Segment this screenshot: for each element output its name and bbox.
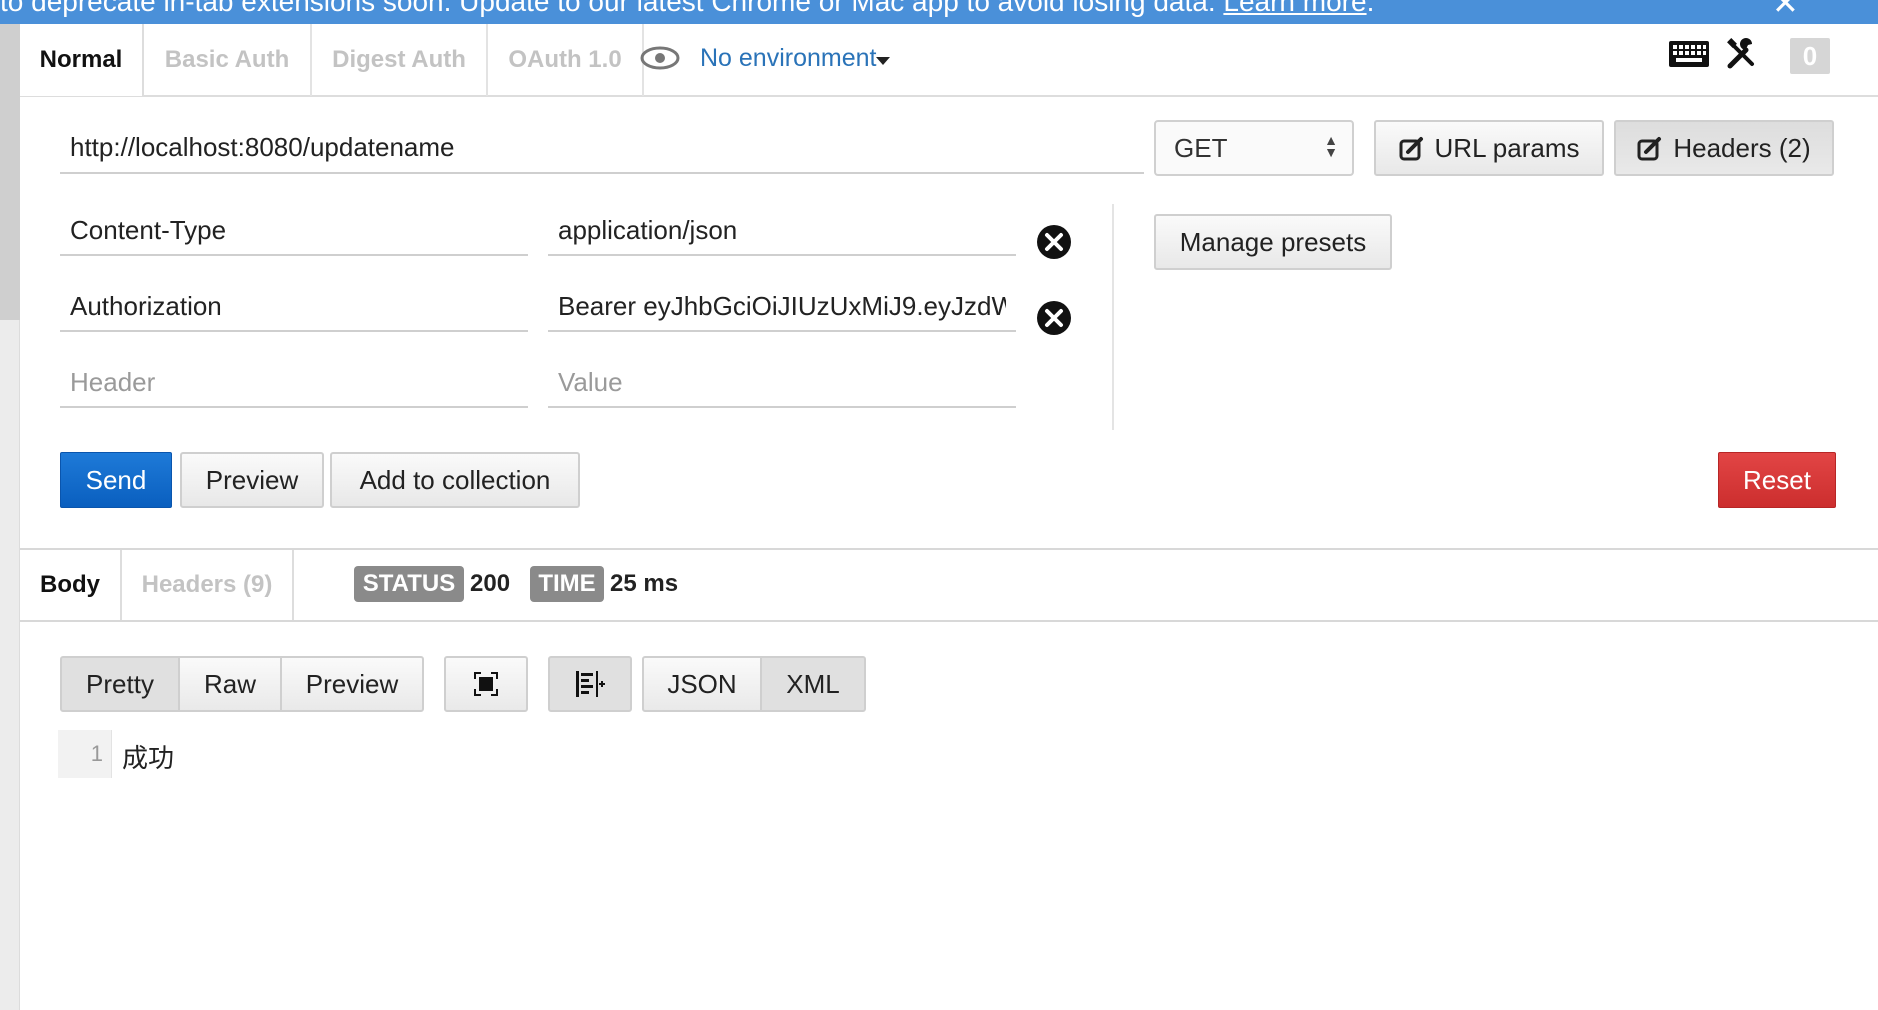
- send-button[interactable]: Send: [60, 452, 172, 508]
- method-value: GET: [1174, 132, 1228, 163]
- banner-message: to deprecate in-tab extensions soon. Upd…: [0, 0, 1216, 17]
- add-to-collection-button[interactable]: Add to collection: [330, 452, 580, 508]
- remove-header-icon[interactable]: [1036, 300, 1072, 336]
- response-tabs-divider: [20, 620, 1878, 622]
- eye-icon[interactable]: [640, 46, 680, 70]
- headers-button[interactable]: Headers (2): [1614, 120, 1834, 176]
- fullscreen-button[interactable]: [444, 656, 528, 712]
- tab-oauth-1[interactable]: OAuth 1.0: [488, 24, 644, 96]
- pretty-toggle[interactable]: Pretty: [60, 656, 180, 712]
- tab-response-body[interactable]: Body: [20, 550, 122, 620]
- update-banner: to deprecate in-tab extensions soon. Upd…: [0, 0, 1878, 24]
- select-arrows-icon: ▲ ▼: [1324, 132, 1338, 160]
- banner-text: to deprecate in-tab extensions soon. Upd…: [0, 0, 1374, 18]
- tab-response-headers[interactable]: Headers (9): [122, 550, 294, 620]
- url-params-label: URL params: [1434, 132, 1580, 163]
- preview-toggle[interactable]: Preview: [280, 656, 424, 712]
- settings-tools-icon[interactable]: [1726, 38, 1758, 70]
- status-tag: STATUS: [354, 566, 464, 602]
- reset-button[interactable]: Reset: [1718, 452, 1836, 508]
- notification-count-badge[interactable]: 0: [1790, 38, 1830, 74]
- environment-selector[interactable]: No environment: [700, 44, 876, 73]
- headers-label: Headers (2): [1673, 132, 1811, 163]
- chevron-down-icon[interactable]: [876, 57, 890, 65]
- header-panel-divider: [1112, 204, 1114, 430]
- expand-icon: [474, 672, 498, 696]
- wrap-lines-icon: [576, 671, 605, 697]
- edit-icon: [1637, 137, 1662, 161]
- url-input[interactable]: [60, 122, 1144, 174]
- header-key-field[interactable]: [60, 282, 528, 332]
- response-divider-top: [20, 548, 1878, 550]
- tab-normal[interactable]: Normal: [20, 24, 144, 96]
- manage-presets-button[interactable]: Manage presets: [1154, 214, 1392, 270]
- edit-icon: [1399, 137, 1423, 161]
- status-code: 200: [470, 570, 511, 597]
- time-tag: TIME: [530, 566, 604, 602]
- left-scroll-thumb[interactable]: [0, 24, 20, 320]
- new-header-value-field[interactable]: [548, 358, 1016, 408]
- wrap-lines-button[interactable]: [548, 656, 632, 712]
- raw-toggle[interactable]: Raw: [178, 656, 282, 712]
- tab-basic-auth[interactable]: Basic Auth: [144, 24, 312, 96]
- json-toggle[interactable]: JSON: [642, 656, 762, 712]
- url-params-button[interactable]: URL params: [1374, 120, 1604, 176]
- header-value-field[interactable]: [548, 206, 1016, 256]
- remove-header-icon[interactable]: [1036, 224, 1072, 260]
- banner-close-icon[interactable]: ✕: [1772, 0, 1799, 22]
- preview-button[interactable]: Preview: [180, 452, 324, 508]
- response-time: 25 ms: [610, 570, 679, 597]
- line-number: 1: [58, 730, 112, 778]
- header-value-field[interactable]: [548, 282, 1016, 332]
- response-body-text: 成功: [122, 744, 175, 774]
- xml-toggle[interactable]: XML: [760, 656, 866, 712]
- keyboard-icon[interactable]: [1668, 40, 1710, 68]
- learn-more-link[interactable]: Learn more: [1223, 0, 1366, 17]
- header-key-field[interactable]: [60, 206, 528, 256]
- tab-digest-auth[interactable]: Digest Auth: [312, 24, 488, 96]
- new-header-key-field[interactable]: [60, 358, 528, 408]
- method-select[interactable]: GET ▲ ▼: [1154, 120, 1354, 176]
